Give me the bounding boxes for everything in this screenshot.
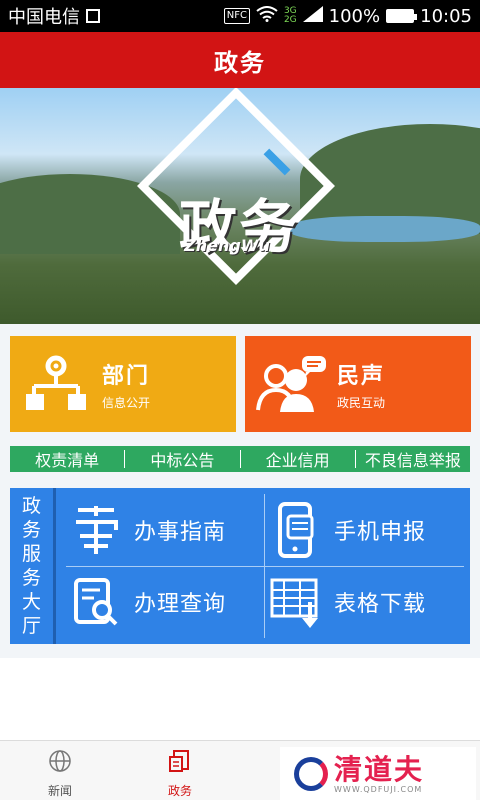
public-voice-title: 民声 [337,363,386,389]
document-icon [168,749,192,776]
bottom-nav: 新闻 政务 清道夫 WWW.QDFUJI.COM [0,740,480,800]
service-form-download[interactable]: 表格下载 [266,566,464,638]
service-guide-label: 办事指南 [134,520,227,545]
nfc-icon: NFC [223,8,250,24]
link-report-bad-info[interactable]: 不良信息举报 [356,447,470,471]
watermark-logo: 清道夫 WWW.QDFUJI.COM [280,747,476,800]
quick-links-bar: 权责清单 中标公告 企业信用 不良信息举报 [10,446,470,472]
nav-news[interactable]: 新闻 [30,749,90,799]
service-guide[interactable]: 办事指南 [66,494,264,566]
nav-government[interactable]: 政务 [150,749,210,799]
watermark-icon [294,757,328,791]
watermark-url: WWW.QDFUJI.COM [334,784,423,794]
banner-lake [290,216,480,242]
nav-government-label: 政务 [167,784,192,798]
form-download-icon [266,576,326,628]
carrier-label: 中国电信 [8,7,80,28]
service-mobile-report-label: 手机申报 [334,520,427,545]
department-title: 部门 [102,363,151,389]
signal-icon [302,5,323,27]
clock: 10:05 [420,5,472,27]
status-bar: 中国电信 NFC 3G 2G 100% 10:05 [0,0,480,32]
public-voice-subtitle: 政民互动 [337,395,386,410]
link-bid-announcement[interactable]: 中标公告 [125,447,239,471]
watermark-title: 清道夫 [334,752,425,786]
service-query[interactable]: 办理查询 [66,566,264,638]
page-title: 政务 [0,32,480,88]
network-type-icon: 3G 2G [283,6,297,25]
battery-percent: 100% [328,5,381,27]
service-mobile-report[interactable]: 手机申报 [266,494,464,566]
search-doc-icon [66,576,126,628]
people-chat-icon [245,336,337,432]
guide-icon [66,504,126,556]
link-responsibility-list[interactable]: 权责清单 [10,447,124,471]
globe-icon [48,749,72,776]
mobile-report-icon [266,502,326,558]
org-chart-icon [10,336,102,432]
wifi-icon [256,5,278,27]
service-hall: 政 务 服 务 大 厅 办事指南 手机申报 办理查询 表格下载 [10,488,470,644]
department-subtitle: 信息公开 [102,395,151,410]
banner-subtitle: ZhengWu [184,236,270,255]
main-content: 部门 信息公开 民声 政民互动 权责清单 中标公告 企业信用 不良信息举报 政 … [0,324,480,658]
department-tile[interactable]: 部门 信息公开 [10,336,236,432]
battery-icon [386,9,418,23]
service-grid: 办事指南 手机申报 办理查询 表格下载 [66,494,464,638]
service-query-label: 办理查询 [134,592,227,617]
service-hall-label: 政 务 服 务 大 厅 [10,488,56,644]
link-enterprise-credit[interactable]: 企业信用 [241,447,355,471]
nav-news-label: 新闻 [47,784,72,798]
service-form-download-label: 表格下载 [334,592,427,617]
public-voice-tile[interactable]: 民声 政民互动 [245,336,471,432]
sim-icon [86,9,100,23]
hero-banner[interactable]: 政务 ZhengWu [0,88,480,324]
